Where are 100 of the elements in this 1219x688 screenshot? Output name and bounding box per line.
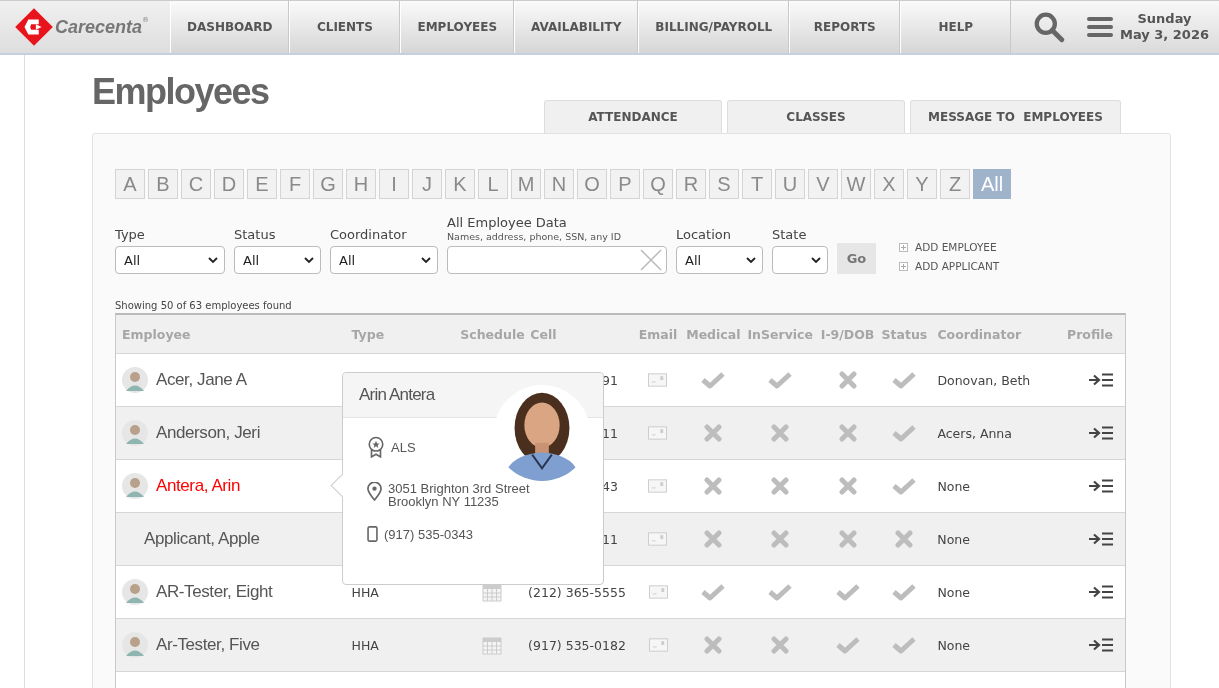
coordinator-text: None <box>937 637 971 653</box>
profile-icon[interactable] <box>1089 373 1114 387</box>
profile-icon[interactable] <box>1088 532 1113 546</box>
day-text: Sunday <box>1137 11 1192 27</box>
letter-filter[interactable]: D <box>214 169 244 199</box>
section-tab[interactable]: CLASSES <box>727 100 905 133</box>
location-pin-icon <box>367 482 382 501</box>
letter-filter[interactable]: U <box>775 169 805 199</box>
nav-tab[interactable]: EMPLOYEES <box>400 1 515 53</box>
filter-label: Status <box>234 227 277 242</box>
chevron-down-icon <box>304 257 314 263</box>
column-header: Cell <box>529 326 558 342</box>
coordinator-text: None <box>937 584 971 600</box>
search-icon[interactable] <box>1033 11 1066 43</box>
chevron-down-icon <box>208 257 218 263</box>
letter-filter[interactable]: Z <box>940 169 970 199</box>
action-link[interactable]: ADD EMPLOYEE <box>915 241 997 253</box>
popup-name: Arin Antera <box>359 385 435 405</box>
letter-filter[interactable]: Y <box>907 169 937 199</box>
letter-filter[interactable]: E <box>247 169 277 199</box>
calendar-icon[interactable] <box>482 635 503 655</box>
column-header: Email <box>637 326 679 342</box>
profile-icon[interactable] <box>1089 426 1114 440</box>
letter-filter[interactable]: B <box>148 169 178 199</box>
letter-filter[interactable]: F <box>280 169 310 199</box>
profile-icon[interactable] <box>1089 479 1114 493</box>
go-button[interactable]: Go <box>837 243 876 274</box>
letter-filter[interactable]: N <box>544 169 574 199</box>
email-icon[interactable] <box>648 638 668 652</box>
employee-name[interactable]: AR-Tester, Eight <box>156 582 273 602</box>
dropdown[interactable]: All <box>330 246 438 274</box>
email-icon[interactable] <box>648 585 668 599</box>
search-field[interactable] <box>447 246 667 274</box>
letter-filter[interactable]: M <box>511 169 541 199</box>
letter-filter[interactable]: W <box>841 169 871 199</box>
letter-filter[interactable]: J <box>412 169 442 199</box>
profile-icon[interactable] <box>1089 638 1114 652</box>
letter-filter[interactable]: X <box>874 169 904 199</box>
calendar-icon[interactable] <box>482 582 503 602</box>
dropdown[interactable] <box>772 246 828 274</box>
column-header: Employee <box>121 326 192 342</box>
letter-filter[interactable]: L <box>478 169 508 199</box>
coordinator-text: Donovan, Beth <box>937 372 1031 388</box>
letter-filter[interactable]: K <box>445 169 475 199</box>
column-header: Status <box>880 326 929 342</box>
dropdown[interactable]: All <box>234 246 321 274</box>
phone-icon <box>367 526 378 542</box>
chevron-down-icon <box>421 257 431 263</box>
phone-text: (917) 535-0182 <box>528 637 626 653</box>
email-icon[interactable] <box>648 426 668 440</box>
letter-filter[interactable]: S <box>709 169 739 199</box>
column-header: Schedule <box>460 326 525 342</box>
filter-label: Type <box>115 227 146 242</box>
email-icon[interactable] <box>648 479 668 493</box>
section-tab[interactable]: ATTENDANCE <box>544 100 722 133</box>
plus-icon <box>899 261 908 271</box>
letter-filter[interactable]: I <box>379 169 409 199</box>
action-link[interactable]: ADD APPLICANT <box>915 260 1000 272</box>
letter-filter[interactable]: G <box>313 169 343 199</box>
email-icon[interactable] <box>648 532 668 546</box>
letter-filter[interactable]: T <box>742 169 772 199</box>
menu-icon[interactable] <box>1087 16 1114 38</box>
employee-name[interactable]: Antera, Arin <box>156 476 241 496</box>
column-header: I-9/DOB <box>819 326 876 342</box>
email-icon[interactable] <box>648 373 668 387</box>
award-icon <box>367 436 385 458</box>
column-header: Profile <box>1066 326 1114 342</box>
letter-filter[interactable]: C <box>181 169 211 199</box>
dropdown[interactable]: All <box>115 246 225 274</box>
clear-icon[interactable] <box>640 249 662 271</box>
employee-name[interactable]: Anderson, Jeri <box>156 423 260 443</box>
nav-tab[interactable]: AVAILABILITY <box>514 1 639 53</box>
nav-tab[interactable]: DASHBOARD <box>170 1 290 53</box>
letter-filter[interactable]: Q <box>643 169 673 199</box>
employee-name[interactable]: Ar-Tester, Five <box>156 635 260 655</box>
employee-name[interactable]: Applicant, Apple <box>144 529 260 549</box>
nav-tab[interactable]: CLIENTS <box>289 1 401 53</box>
letter-filter[interactable]: A <box>115 169 145 199</box>
nav-tab[interactable]: BILLING/PAYROLL <box>638 1 790 53</box>
column-header: Coordinator <box>936 326 1023 342</box>
coordinator-text: None <box>937 531 970 547</box>
chevron-down-icon <box>811 257 821 263</box>
column-header: Type <box>350 326 386 342</box>
letter-filter[interactable]: H <box>346 169 376 199</box>
page-title: Employees <box>92 71 269 113</box>
section-tab[interactable]: MESSAGE TO EMPLOYEES <box>910 100 1121 133</box>
nav-tab[interactable]: REPORTS <box>789 1 901 53</box>
filter-hint: Names, address, phone, SSN, any ID <box>447 231 622 242</box>
letter-filter[interactable]: P <box>610 169 640 199</box>
nav-tab[interactable]: HELP <box>900 1 1012 53</box>
popup-phone: (917) 535-0343 <box>384 526 473 542</box>
logo-text: Carecenta <box>55 16 143 38</box>
dropdown[interactable]: All <box>676 246 763 274</box>
letter-filter[interactable]: V <box>808 169 838 199</box>
address-text: Brooklyn NY 11235 <box>388 495 500 508</box>
employee-name[interactable]: Acer, Jane A <box>156 370 247 390</box>
letter-filter[interactable]: All <box>973 169 1011 199</box>
letter-filter[interactable]: R <box>676 169 706 199</box>
letter-filter[interactable]: O <box>577 169 607 199</box>
profile-icon[interactable] <box>1089 585 1114 599</box>
